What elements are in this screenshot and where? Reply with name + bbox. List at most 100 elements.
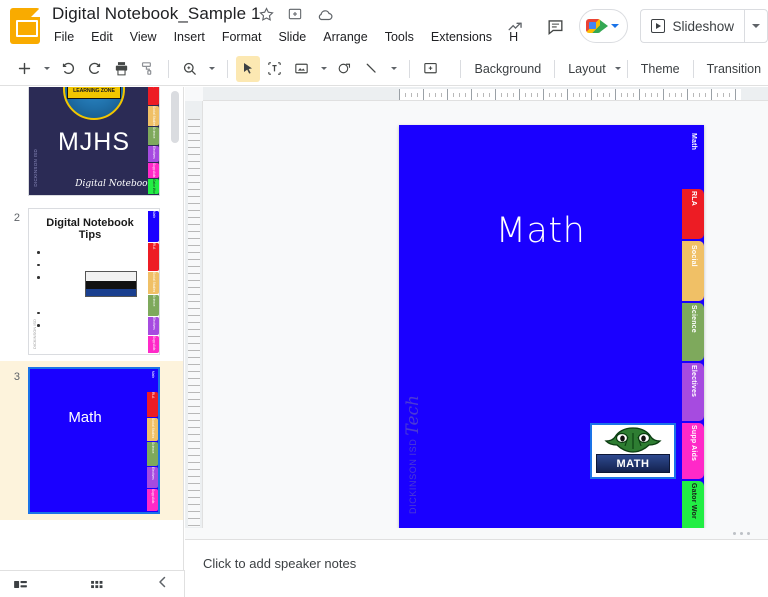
district-text: DICKINSON ISD [408, 439, 418, 514]
play-icon [651, 19, 665, 33]
google-meet-button[interactable] [579, 9, 628, 43]
menu-edit[interactable]: Edit [90, 28, 114, 46]
thumb-tab-label: Electives [148, 146, 159, 159]
insert-image-dropdown[interactable] [316, 56, 331, 82]
theme-button[interactable]: Theme [634, 58, 687, 80]
menu-arrange[interactable]: Arrange [322, 28, 368, 46]
new-slide-button[interactable] [12, 56, 37, 82]
line-button[interactable] [359, 56, 384, 82]
thumb-tab-supp-aids: Supp Aids [147, 489, 158, 511]
trending-up-icon[interactable] [495, 6, 535, 46]
transition-button[interactable]: Transition [700, 58, 768, 80]
thumb-tab-label: Electives [147, 467, 158, 480]
paint-format-button[interactable] [136, 56, 161, 82]
tab-rla[interactable]: RLA [682, 189, 704, 239]
slide-thumbnail[interactable]: Math Math RLA Social Studies Science Ele… [28, 367, 160, 514]
line-dropdown[interactable] [386, 56, 401, 82]
current-slide[interactable]: Math DICKINSON ISD Tech Math RLA Social … [399, 125, 704, 528]
shape-button[interactable] [333, 56, 358, 82]
tab-math[interactable]: Math [682, 131, 704, 187]
cloud-saved-icon[interactable] [316, 6, 333, 23]
menu-slide[interactable]: Slide [277, 28, 307, 46]
move-to-folder-icon[interactable] [287, 6, 304, 23]
top-right-actions: Slideshow [495, 4, 768, 48]
select-tool-button[interactable] [236, 56, 261, 82]
insert-image-button[interactable] [289, 56, 314, 82]
tip-text [44, 321, 144, 327]
horizontal-ruler[interactable] [203, 87, 768, 101]
cover-slide-content: LEARNING ZONE MJHS Digital Notebook DICK… [29, 87, 159, 195]
chevron-down-icon[interactable] [615, 67, 621, 70]
thumb-tab-label: Social Studies [147, 418, 158, 438]
grid-view-icon[interactable] [77, 576, 117, 593]
tab-electives[interactable]: Electives [682, 363, 704, 421]
undo-button[interactable] [56, 56, 81, 82]
thumb-tab-electives: Electives [148, 317, 159, 336]
tab-social-studies[interactable]: Social Studies [682, 241, 704, 301]
filmstrip-slide-3[interactable]: 3 Math Math RLA Social Studies Science E… [0, 361, 183, 520]
menu-insert[interactable]: Insert [173, 28, 206, 46]
filmstrip-view-icon[interactable] [0, 576, 40, 593]
slide-editor-area: Math DICKINSON ISD Tech Math RLA Social … [185, 87, 768, 528]
thumb-tab-electives: Electives [147, 467, 158, 489]
filmstrip-slide-1[interactable]: LEARNING ZONE MJHS Digital Notebook DICK… [0, 87, 183, 202]
filmstrip-slide-2[interactable]: 2 Digital Notebook Tips DICKINSON ISD Ma… [0, 202, 183, 361]
notes-resize-divider[interactable] [185, 528, 768, 540]
zoom-dropdown[interactable] [204, 56, 219, 82]
menu-tools[interactable]: Tools [384, 28, 415, 46]
slide-thumbnail[interactable]: LEARNING ZONE MJHS Digital Notebook DICK… [28, 87, 160, 196]
cover-subtitle: Digital Notebook [75, 179, 153, 189]
gator-head-icon [603, 427, 663, 453]
slideshow-dropdown[interactable] [744, 9, 768, 43]
learning-zone-logo-icon: LEARNING ZONE [63, 87, 125, 120]
slide-filmstrip-panel[interactable]: LEARNING ZONE MJHS Digital Notebook DICK… [0, 87, 184, 570]
google-slides-icon[interactable] [10, 8, 40, 44]
slide-style-buttons: Background Layout Theme Transition [454, 58, 768, 80]
subject-tab-strip: Math RLA Social Studies Science Elective… [682, 131, 704, 524]
menu-format[interactable]: Format [221, 28, 263, 46]
chevron-down-icon[interactable] [611, 24, 619, 28]
new-slide-dropdown[interactable] [39, 56, 54, 82]
comment-icon[interactable] [535, 6, 575, 46]
menu-file[interactable]: File [53, 28, 75, 46]
slide-thumbnail[interactable]: Digital Notebook Tips DICKINSON ISD Math… [28, 208, 160, 355]
menu-view[interactable]: View [129, 28, 158, 46]
redo-button[interactable] [82, 56, 107, 82]
math-icon-banner: MATH [596, 454, 670, 473]
canvas[interactable]: Math DICKINSON ISD Tech Math RLA Social … [203, 102, 768, 528]
slide-title-text[interactable]: Math [399, 211, 682, 251]
vertical-ruler[interactable] [185, 101, 203, 528]
google-meet-icon [586, 18, 608, 34]
toolbar-divider [627, 60, 628, 78]
toolbar-divider [168, 60, 169, 78]
slideshow-button[interactable]: Slideshow [640, 9, 744, 43]
tab-science[interactable]: Science [682, 303, 704, 361]
thumb-tab-label: Science [148, 295, 159, 306]
filmstrip-bottom-bar [0, 570, 185, 597]
add-comment-button[interactable] [418, 56, 443, 82]
menu-extensions[interactable]: Extensions [430, 28, 493, 46]
layout-button[interactable]: Layout [561, 58, 613, 80]
tab-supp-aids[interactable]: Supp Aids [682, 423, 704, 479]
bullet-dot-icon [37, 312, 40, 315]
print-button[interactable] [109, 56, 134, 82]
document-title[interactable]: Digital Notebook_Sample 1 [52, 4, 261, 24]
speaker-notes-panel[interactable]: Click to add speaker notes [185, 540, 768, 597]
math-subject-icon[interactable]: MATH [592, 425, 674, 477]
math-slide-content: Math Math RLA Social Studies Science Ele… [30, 369, 158, 512]
title-bar: Digital Notebook_Sample 1 File Edit View… [0, 0, 768, 52]
tab-label: Supp Aids [682, 423, 704, 463]
zoom-button[interactable] [177, 56, 202, 82]
speaker-notes-placeholder[interactable]: Click to add speaker notes [203, 556, 768, 571]
tab-gator-work[interactable]: Gator Wor [682, 481, 704, 528]
background-button[interactable]: Background [467, 58, 548, 80]
tech-script-text: Tech [403, 395, 423, 436]
thumb-tab-label: Social Studies [148, 106, 159, 126]
tip-bullet [37, 261, 143, 267]
collapse-filmstrip-icon[interactable] [154, 573, 184, 596]
thumb-tab-label: Electives [148, 317, 159, 330]
text-box-button[interactable] [262, 56, 287, 82]
thumb-tab-label: RLA [147, 392, 158, 398]
star-icon[interactable] [258, 6, 275, 23]
drag-handle-icon[interactable] [733, 532, 750, 535]
